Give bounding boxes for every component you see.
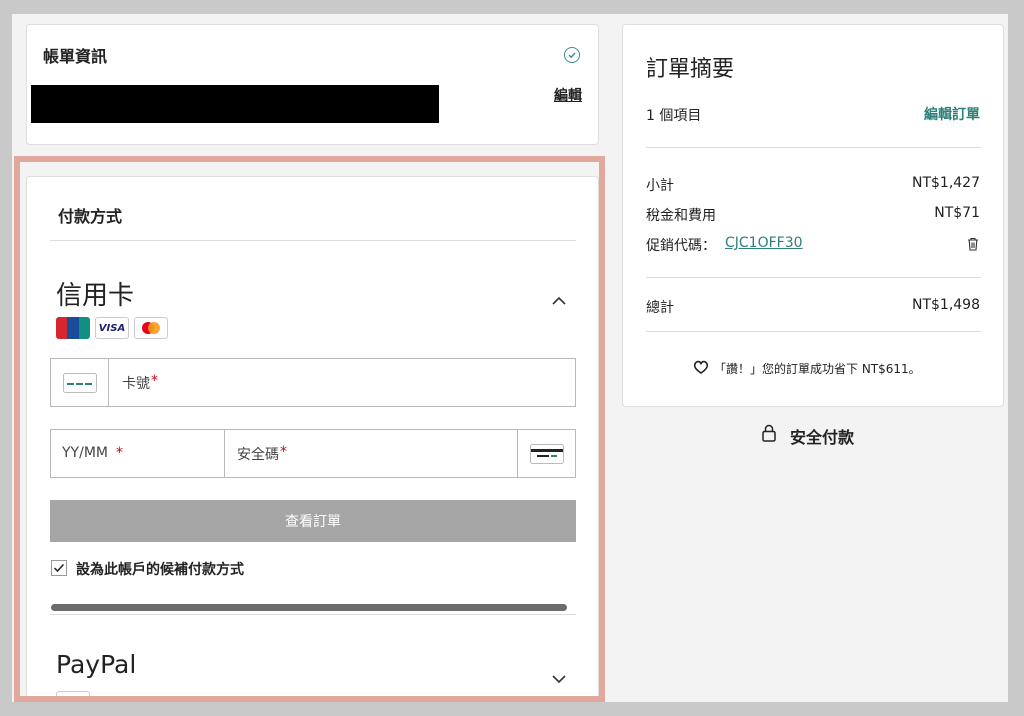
credit-card-title[interactable]: 信用卡	[56, 275, 134, 312]
horizontal-scrollbar[interactable]	[51, 604, 567, 611]
summary-divider-3	[646, 331, 981, 332]
promo-label: 促銷代碼：	[646, 238, 716, 254]
payment-title-divider	[50, 240, 576, 241]
edit-order-link[interactable]: 編輯訂單	[924, 104, 980, 124]
unionpay-logo-icon	[56, 317, 90, 339]
mastercard-logo-icon	[134, 317, 168, 339]
cvc-placeholder: 安全碼	[237, 447, 279, 463]
promo-code-link[interactable]: CJC1OFF30	[725, 235, 803, 251]
order-summary-card: 訂單摘要 1 個項目 編輯訂單 小計 NT$1,427 稅金和費用 NT$71 …	[622, 24, 1004, 407]
card-icon	[51, 359, 109, 406]
save-default-checkbox[interactable]	[51, 560, 67, 576]
order-summary-title: 訂單摘要	[646, 57, 735, 82]
paypal-title[interactable]: PayPal	[56, 650, 136, 679]
summary-divider-1	[646, 147, 981, 148]
chevron-down-icon[interactable]	[552, 669, 566, 688]
summary-divider-2	[646, 277, 981, 278]
cvc-field[interactable]: 安全碼 *	[224, 429, 576, 478]
trash-icon[interactable]	[967, 236, 979, 255]
tax-label: 稅金和費用	[646, 208, 716, 224]
expiry-field[interactable]: YY/MM *	[50, 429, 225, 478]
redacted-billing-details	[31, 85, 439, 123]
savings-icon	[692, 358, 710, 380]
required-mark: *	[280, 444, 287, 460]
total-value: NT$1,498	[911, 297, 980, 313]
chevron-up-icon[interactable]	[552, 291, 566, 310]
card-number-field[interactable]: 卡號 *	[50, 358, 576, 407]
subtotal-value: NT$1,427	[911, 175, 980, 191]
lock-icon	[762, 424, 776, 446]
tax-value: NT$71	[934, 205, 980, 221]
paypal-logo-icon	[56, 691, 90, 703]
payment-section-title: 付款方式	[58, 207, 123, 226]
expiry-placeholder: YY/MM	[62, 445, 108, 461]
payment-method-card: 付款方式 信用卡 VISA 卡號 * YY/MM * 安全碼 * 查看訂單 設為…	[26, 176, 599, 703]
required-mark: *	[116, 445, 123, 461]
edit-billing-link[interactable]: 編輯	[554, 85, 582, 105]
check-circle-icon	[564, 47, 580, 63]
required-mark: *	[151, 373, 158, 389]
total-label: 總計	[646, 300, 674, 316]
secure-payment-label: 安全付款	[790, 428, 855, 447]
review-order-button[interactable]: 查看訂單	[50, 500, 576, 542]
card-number-placeholder: 卡號	[122, 376, 150, 392]
billing-info-title: 帳單資訊	[43, 47, 108, 66]
save-default-label: 設為此帳戶的候補付款方式	[76, 562, 244, 578]
subtotal-label: 小計	[646, 178, 674, 194]
visa-logo-icon: VISA	[95, 317, 129, 339]
billing-info-card: 帳單資訊 編輯	[26, 24, 599, 145]
items-count: 1 個項目	[646, 108, 702, 124]
cvc-card-icon	[517, 430, 575, 477]
paypal-divider	[50, 614, 576, 615]
savings-text: 「讚！」您的訂單成功省下 NT$611。	[714, 362, 921, 376]
